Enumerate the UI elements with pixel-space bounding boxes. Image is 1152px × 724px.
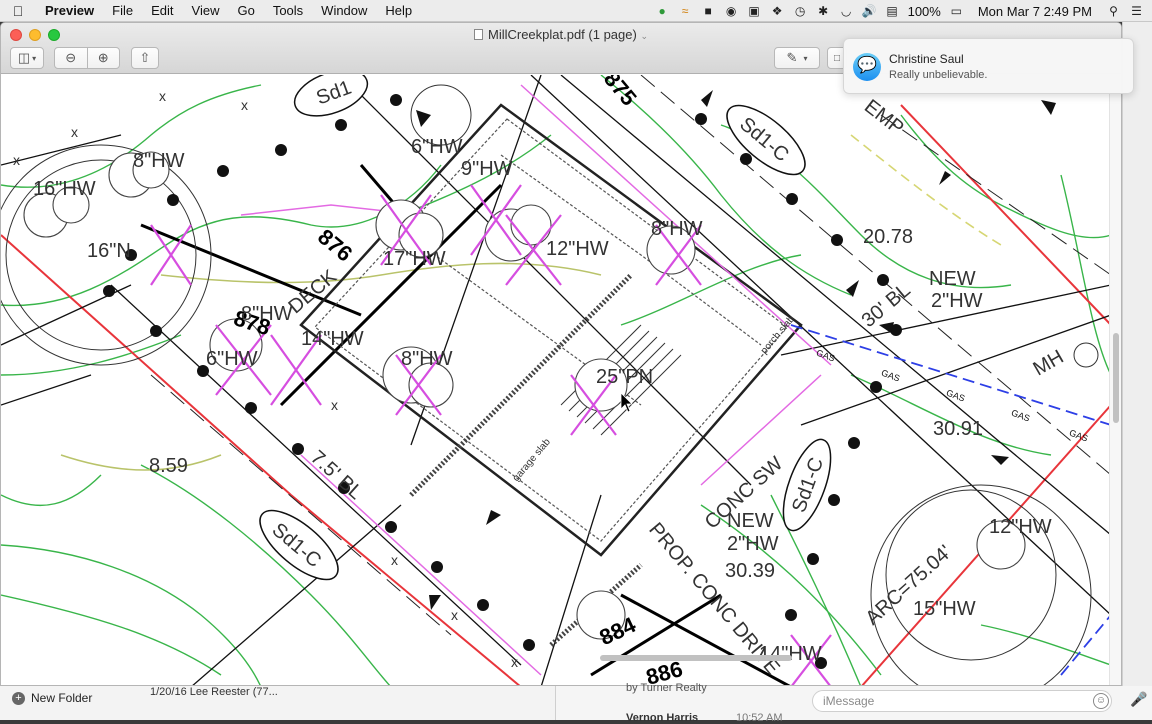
status-area: ● ≈ ■ ◉ ▣ ❖ ◷ ✱ ◡ 🔊 ▤ 100% ▭ Mon Mar 7 2… [655, 0, 1144, 22]
tree-25pn: 25"PN [596, 366, 653, 388]
share-button[interactable]: ⇧ [131, 47, 159, 69]
tree-8hw-d: 8"HW [401, 348, 453, 370]
dimension-20-78: 20.78 [863, 226, 913, 248]
battery-percent[interactable]: 100% [908, 4, 941, 19]
rss-icon[interactable]: ≈ [678, 4, 693, 19]
new-folder-label: New Folder [31, 691, 93, 705]
finder-window-bottom: + New Folder 1/20/16 Lee Reester (77... [0, 686, 556, 720]
tree-6hw-b: 6"HW [206, 348, 258, 370]
menu-edit[interactable]: Edit [142, 0, 182, 22]
bluetooth-icon[interactable]: ✱ [816, 4, 831, 19]
message-sender[interactable]: Vernon Harris [626, 712, 698, 724]
notification-message: Really unbelievable. [889, 69, 988, 81]
svg-text:x: x [331, 397, 338, 413]
svg-text:x: x [451, 607, 458, 623]
new-2hw-label: NEW [929, 268, 976, 290]
plus-icon: + [12, 691, 25, 705]
vertical-scrollbar[interactable] [1109, 75, 1121, 685]
plat-drawing: Sd1 Sd1-C Sd1-C Sd1-C 876 878 875 884 88… [1, 75, 1111, 685]
dimension-30-39: 30.39 [725, 560, 775, 582]
svg-text:x: x [241, 97, 248, 113]
app-icon[interactable]: ▣ [747, 4, 762, 19]
person-icon[interactable]: ● [655, 4, 670, 19]
tree-8hw-b: 8"HW [651, 218, 703, 240]
microphone-icon[interactable]: 🎤 [1130, 691, 1147, 708]
menu-go[interactable]: Go [228, 0, 263, 22]
chevron-down-icon: ▾ [32, 53, 37, 63]
tree-12hw-b: 12"HW [989, 516, 1052, 538]
tree-9hw: 9"HW [461, 158, 513, 180]
tree-12hw: 12"HW [546, 238, 609, 260]
pdf-page-view[interactable]: Sd1 Sd1-C Sd1-C Sd1-C 876 878 875 884 88… [1, 75, 1111, 685]
menu-help[interactable]: Help [376, 0, 421, 22]
message-preview: by Turner Realty [626, 682, 707, 694]
evernote-icon[interactable]: ■ [701, 4, 716, 19]
battery-icon[interactable]: ▭ [949, 4, 964, 19]
emoji-icon[interactable]: ☺ [1093, 693, 1109, 709]
zoom-in-icon[interactable]: ⊕ [88, 50, 120, 66]
menu-bar:  Preview File Edit View Go Tools Window… [0, 0, 1152, 22]
chevron-down-icon: ▾ [803, 53, 808, 63]
spotlight-icon[interactable]: ⚲ [1106, 4, 1121, 19]
volume-icon[interactable]: 🔊 [862, 4, 877, 19]
horizontal-scrollbar[interactable] [600, 655, 792, 661]
new-2hw-label-2: 2"HW [931, 290, 983, 312]
input-menu-icon[interactable]: ▤ [885, 4, 900, 19]
messages-app-icon: 💬 [853, 53, 881, 81]
sidebar-toggle-button[interactable]: ◫ ▾ [10, 47, 44, 69]
dropbox-icon[interactable]: ❖ [770, 4, 785, 19]
background-apps: + New Folder 1/20/16 Lee Reester (77... … [0, 682, 1152, 724]
chevron-down-icon: ⌄ [640, 31, 649, 41]
sidebar-icon: ◫ [17, 50, 31, 65]
preview-window: MillCreekplat.pdf (1 page) ⌄ ◫ ▾ ⊖ ⊕ ⇧ ✎ ▾… [0, 22, 1122, 686]
messages-window-bottom: by Turner Realty Vernon Harris 10:52 AM … [556, 682, 1152, 724]
menu-window[interactable]: Window [312, 0, 376, 22]
clock[interactable]: Mon Mar 7 2:49 PM [978, 4, 1092, 19]
imessage-input[interactable]: iMessage [812, 690, 1112, 712]
svg-text:x: x [511, 654, 518, 670]
dimension-30-91: 30.91 [933, 418, 983, 440]
message-time: 10:52 AM [736, 712, 783, 724]
share-icon: ⇧ [139, 50, 151, 65]
svg-text:x: x [159, 88, 166, 104]
zoom-out-icon[interactable]: ⊖ [55, 50, 87, 66]
tree-16hw: 16"HW [33, 178, 96, 200]
record-icon[interactable]: ◉ [724, 4, 739, 19]
markup-button[interactable]: ✎ ▾ [774, 47, 820, 69]
tree-6hw: 6"HW [411, 136, 463, 158]
wifi-icon[interactable]: ◡ [839, 4, 854, 19]
tree-8hw-a: 8"HW [133, 150, 185, 172]
notification-sender: Christine Saul [889, 52, 964, 66]
tree-14hw: 14"HW [301, 328, 364, 350]
svg-text:x: x [391, 552, 398, 568]
finder-row[interactable]: 1/20/16 Lee Reester (77... [150, 686, 278, 698]
time-machine-icon[interactable]: ◷ [793, 4, 808, 19]
message-notification[interactable]: 💬 Christine Saul Really unbelievable. [843, 38, 1134, 94]
pdf-doc-icon [473, 29, 483, 40]
notification-center-icon[interactable]: ☰ [1129, 4, 1144, 19]
svg-text:x: x [71, 124, 78, 140]
toolbox-icon: □ [833, 52, 841, 64]
menu-tools[interactable]: Tools [264, 0, 312, 22]
zoom-button-group: ⊖ ⊕ [54, 47, 120, 69]
menu-view[interactable]: View [183, 0, 229, 22]
pen-icon: ✎ [786, 50, 798, 65]
background-window-edge [1122, 22, 1152, 686]
tree-17hw: 17"HW [383, 248, 446, 270]
tree-14hw-b: 14"HW [759, 643, 822, 665]
new-2hw-b-label: NEW [727, 510, 774, 532]
new-2hw-b-label-2: 2"HW [727, 533, 779, 555]
window-title-text: MillCreekplat.pdf (1 page) [487, 27, 637, 42]
tree-15hw: 15"HW [913, 598, 976, 620]
tree-8hw-c: 8"HW [241, 303, 293, 325]
svg-text:x: x [13, 152, 20, 168]
apple-menu-icon[interactable]:  [0, 3, 36, 19]
menu-file[interactable]: File [103, 0, 142, 22]
tree-16n: 16"N [87, 240, 131, 262]
new-folder-button[interactable]: + New Folder [12, 691, 92, 705]
menu-preview[interactable]: Preview [36, 0, 103, 22]
scroll-thumb[interactable] [1113, 333, 1119, 423]
dimension-8-59: 8.59 [149, 455, 188, 477]
